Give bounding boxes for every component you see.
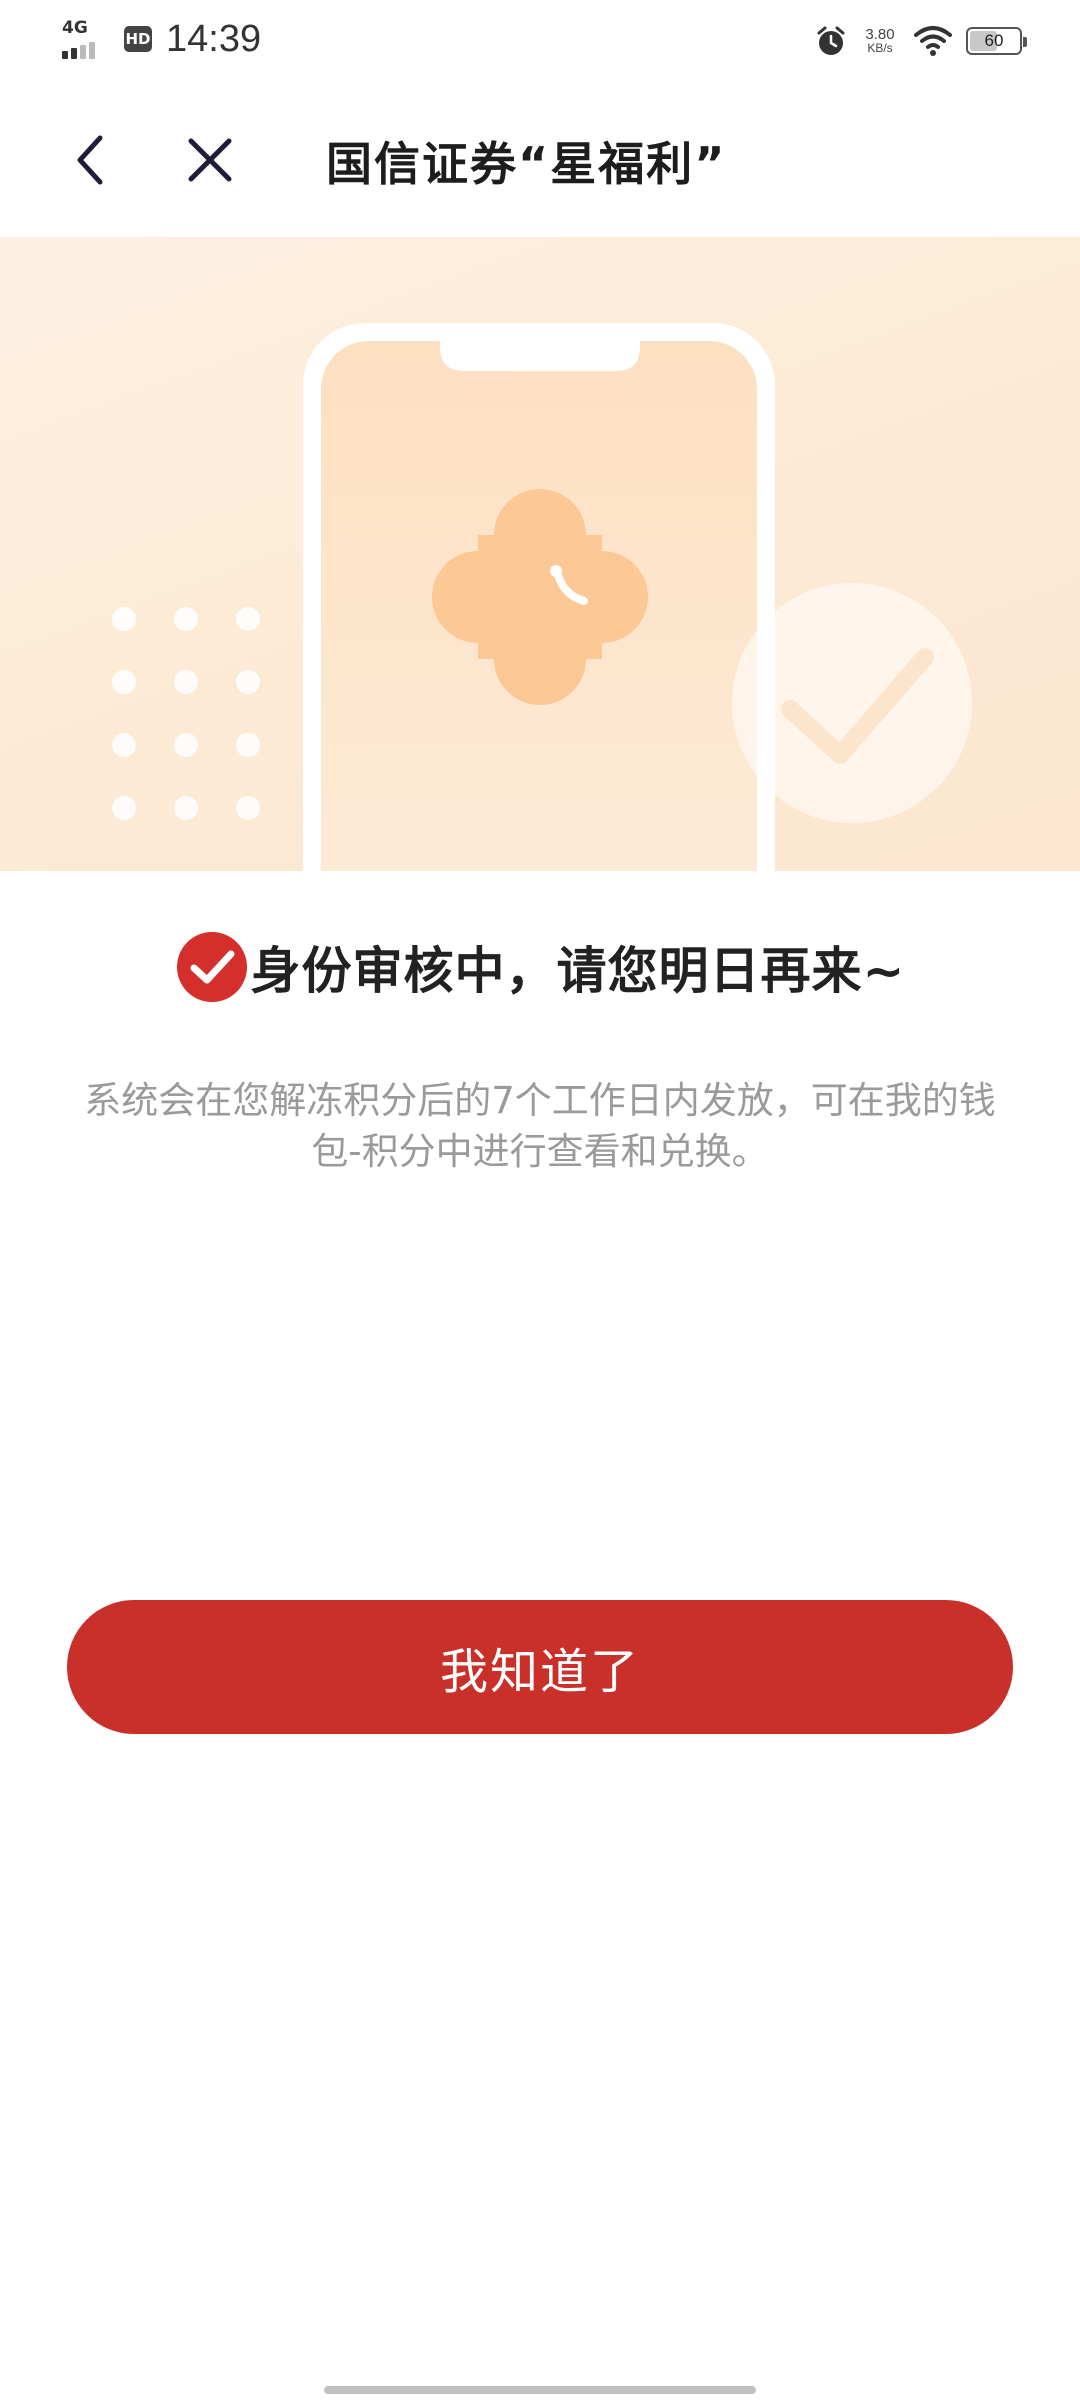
alarm-clock-icon bbox=[817, 26, 845, 55]
banner-illustration bbox=[0, 237, 1080, 871]
check-badge-icon bbox=[176, 932, 247, 1002]
speed-unit: KB/s bbox=[867, 41, 893, 55]
confirm-button[interactable]: 我知道了 bbox=[67, 1600, 1013, 1734]
check-circle-decoration bbox=[732, 583, 972, 823]
dot-grid bbox=[112, 607, 260, 820]
status-title: 身份审核中，请您明日再来~ bbox=[250, 942, 906, 1000]
close-button[interactable] bbox=[175, 125, 245, 195]
banner-art bbox=[112, 323, 972, 871]
status-bar: 4G HD 14:39 3.80 KB/s 60 bbox=[0, 0, 1080, 80]
battery-level: 60 bbox=[984, 31, 1004, 50]
wifi-icon bbox=[914, 26, 952, 56]
status-right: 3.80 KB/s 60 bbox=[814, 18, 1027, 64]
battery-icon: 60 bbox=[966, 27, 1027, 55]
chevron-left-icon bbox=[77, 135, 103, 185]
signal-bars bbox=[62, 42, 95, 59]
back-button[interactable] bbox=[60, 125, 120, 195]
network-speed: 3.80 KB/s bbox=[858, 27, 902, 55]
close-icon bbox=[188, 138, 232, 182]
home-indicator[interactable] bbox=[324, 2386, 756, 2394]
status-description: 系统会在您解冻积分后的7个工作日内发放，可在我的钱包-积分中进行查看和兑换。 bbox=[84, 1079, 996, 1173]
hd-badge: HD bbox=[124, 26, 152, 52]
nav-bar: 国信证券“星福利” bbox=[0, 100, 1080, 220]
network-type: 4G bbox=[62, 18, 88, 38]
battery-tip bbox=[1023, 37, 1027, 47]
status-time: 14:39 bbox=[166, 17, 262, 60]
cellular-signal-icon: 4G bbox=[62, 14, 102, 64]
speed-value: 3.80 bbox=[865, 26, 895, 43]
page-title: 国信证券“星福利” bbox=[326, 137, 727, 191]
status-heading: 身份审核中，请您明日再来~ bbox=[0, 930, 1080, 1004]
status-left: 4G HD 14:39 bbox=[62, 14, 261, 64]
